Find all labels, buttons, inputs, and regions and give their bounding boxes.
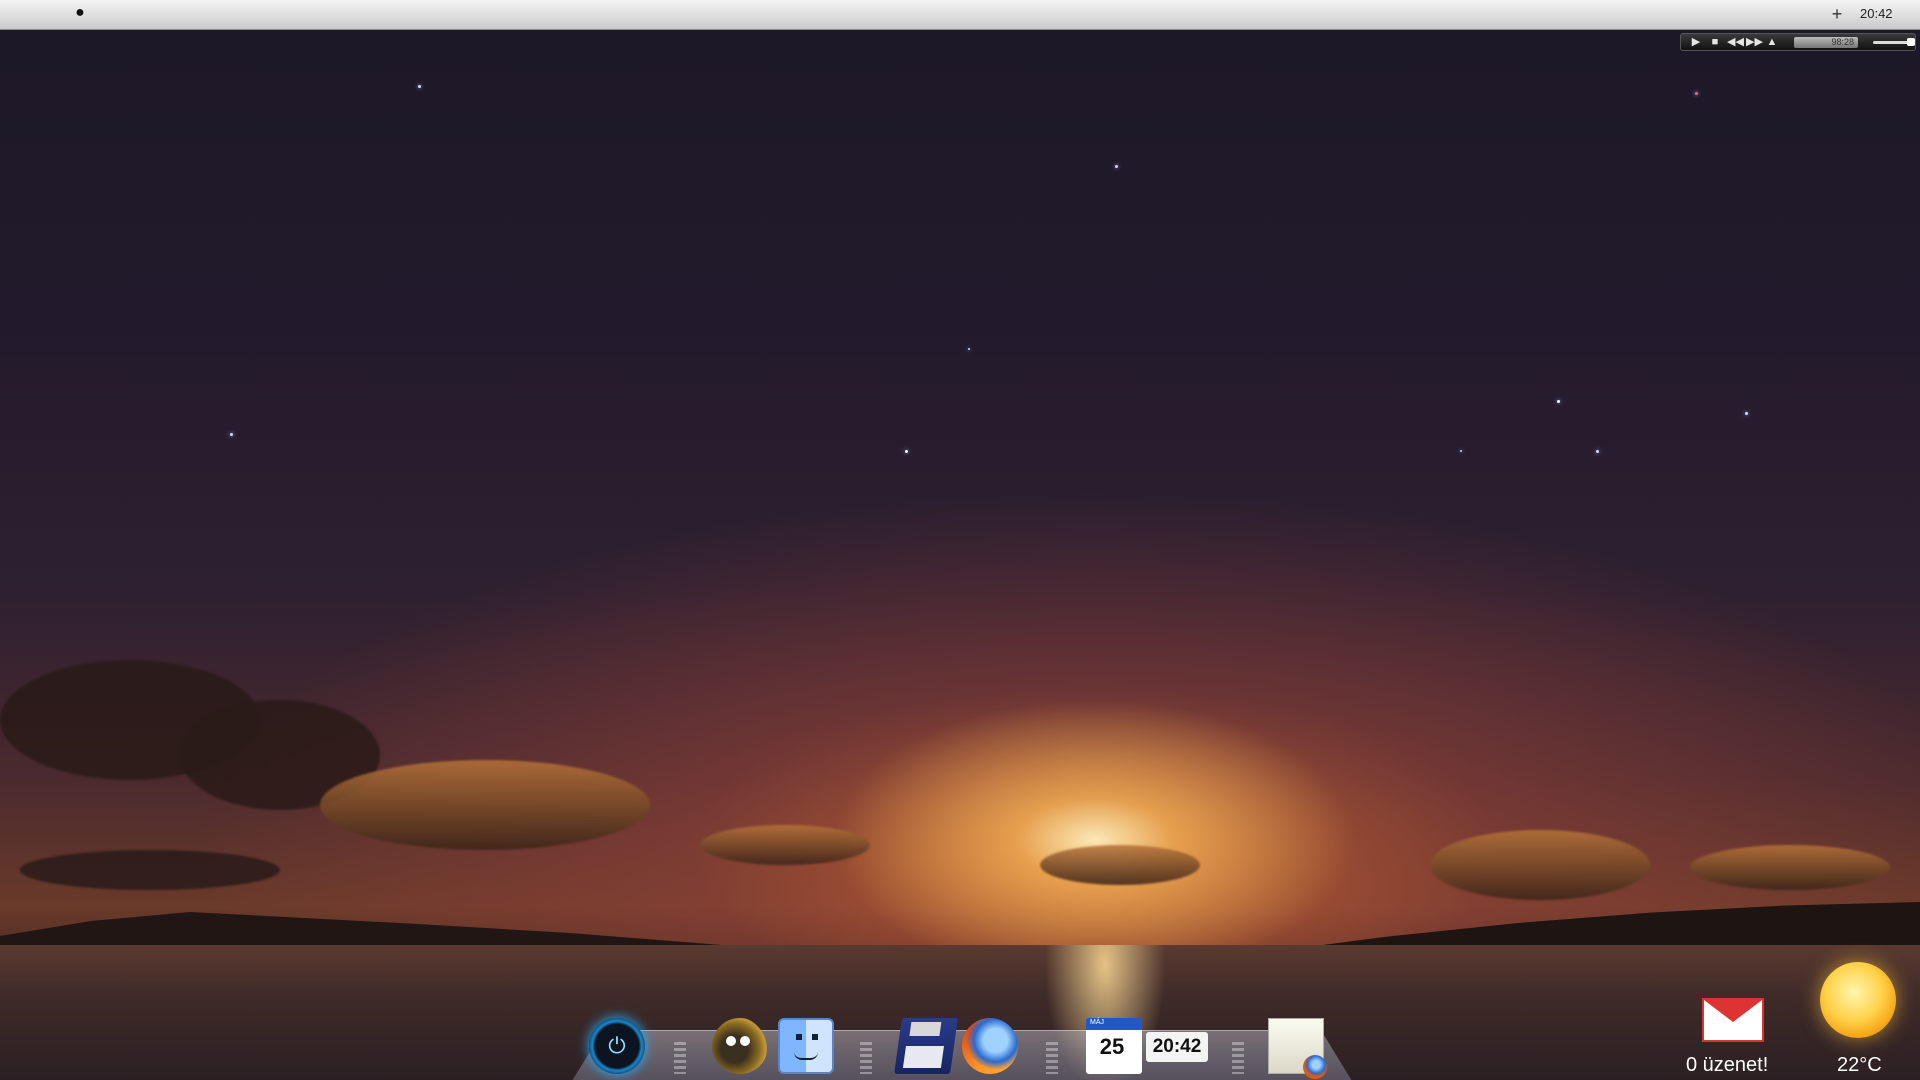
firefox-icon[interactable] (962, 1018, 1018, 1074)
apple-icon[interactable]: ● (72, 4, 88, 22)
cloud (1040, 845, 1200, 885)
floppy-disk-icon[interactable] (894, 1018, 958, 1074)
stop-icon[interactable]: ■ (1708, 35, 1722, 49)
star (1557, 400, 1560, 403)
dock-separator (1232, 1042, 1244, 1074)
gmail-icon[interactable] (1702, 998, 1764, 1042)
star (1460, 450, 1462, 452)
cloud (20, 850, 280, 890)
power-icon[interactable]: ⏻ (589, 1018, 645, 1074)
menu-bar: ● + 20:42 (0, 0, 1920, 30)
dock-separator (674, 1042, 686, 1074)
gmail-unread-count: 0 üzenet! (1686, 1054, 1769, 1076)
star (1596, 450, 1599, 453)
dock-separator (860, 1042, 872, 1074)
star (418, 85, 421, 88)
sun-icon[interactable] (1820, 962, 1896, 1038)
cloud (1430, 830, 1650, 900)
star (905, 450, 908, 453)
calendar-icon[interactable]: MÁJ 25 (1086, 1018, 1142, 1074)
star (230, 433, 233, 436)
fast-forward-icon[interactable]: ▶▶ (1746, 35, 1763, 49)
weather-temperature: 22°C (1837, 1054, 1882, 1076)
star (968, 348, 970, 350)
star (1115, 165, 1118, 168)
cloud (1690, 845, 1890, 890)
desktop: ● + 20:42 ▶ ■ ◀◀ ▶▶ ▲ 98:28 ⏻ MÁJ 25 20:… (0, 0, 1920, 1080)
media-controller: ▶ ■ ◀◀ ▶▶ ▲ 98:28 (1680, 33, 1916, 51)
volume-slider[interactable] (1873, 37, 1915, 46)
cloud (700, 825, 870, 865)
star (1695, 92, 1698, 95)
plus-icon[interactable]: + (1828, 3, 1846, 25)
calendar-month: MÁJ (1090, 1019, 1104, 1026)
play-icon[interactable]: ▶ (1689, 35, 1703, 49)
calendar-day: 25 (1099, 1034, 1125, 1059)
dock-clock-widget[interactable]: 20:42 (1146, 1032, 1208, 1062)
cloud (320, 760, 650, 850)
mail-app-icon[interactable] (1268, 1018, 1327, 1079)
finder-icon[interactable] (778, 1018, 834, 1074)
gimp-icon[interactable] (712, 1018, 768, 1074)
eject-icon[interactable]: ▲ (1765, 35, 1779, 49)
rewind-icon[interactable]: ◀◀ (1727, 35, 1744, 49)
dock-separator (1046, 1042, 1058, 1074)
menubar-clock[interactable]: 20:42 (1860, 6, 1893, 21)
media-time-display: 98:28 (1794, 36, 1858, 48)
star (1745, 412, 1748, 415)
